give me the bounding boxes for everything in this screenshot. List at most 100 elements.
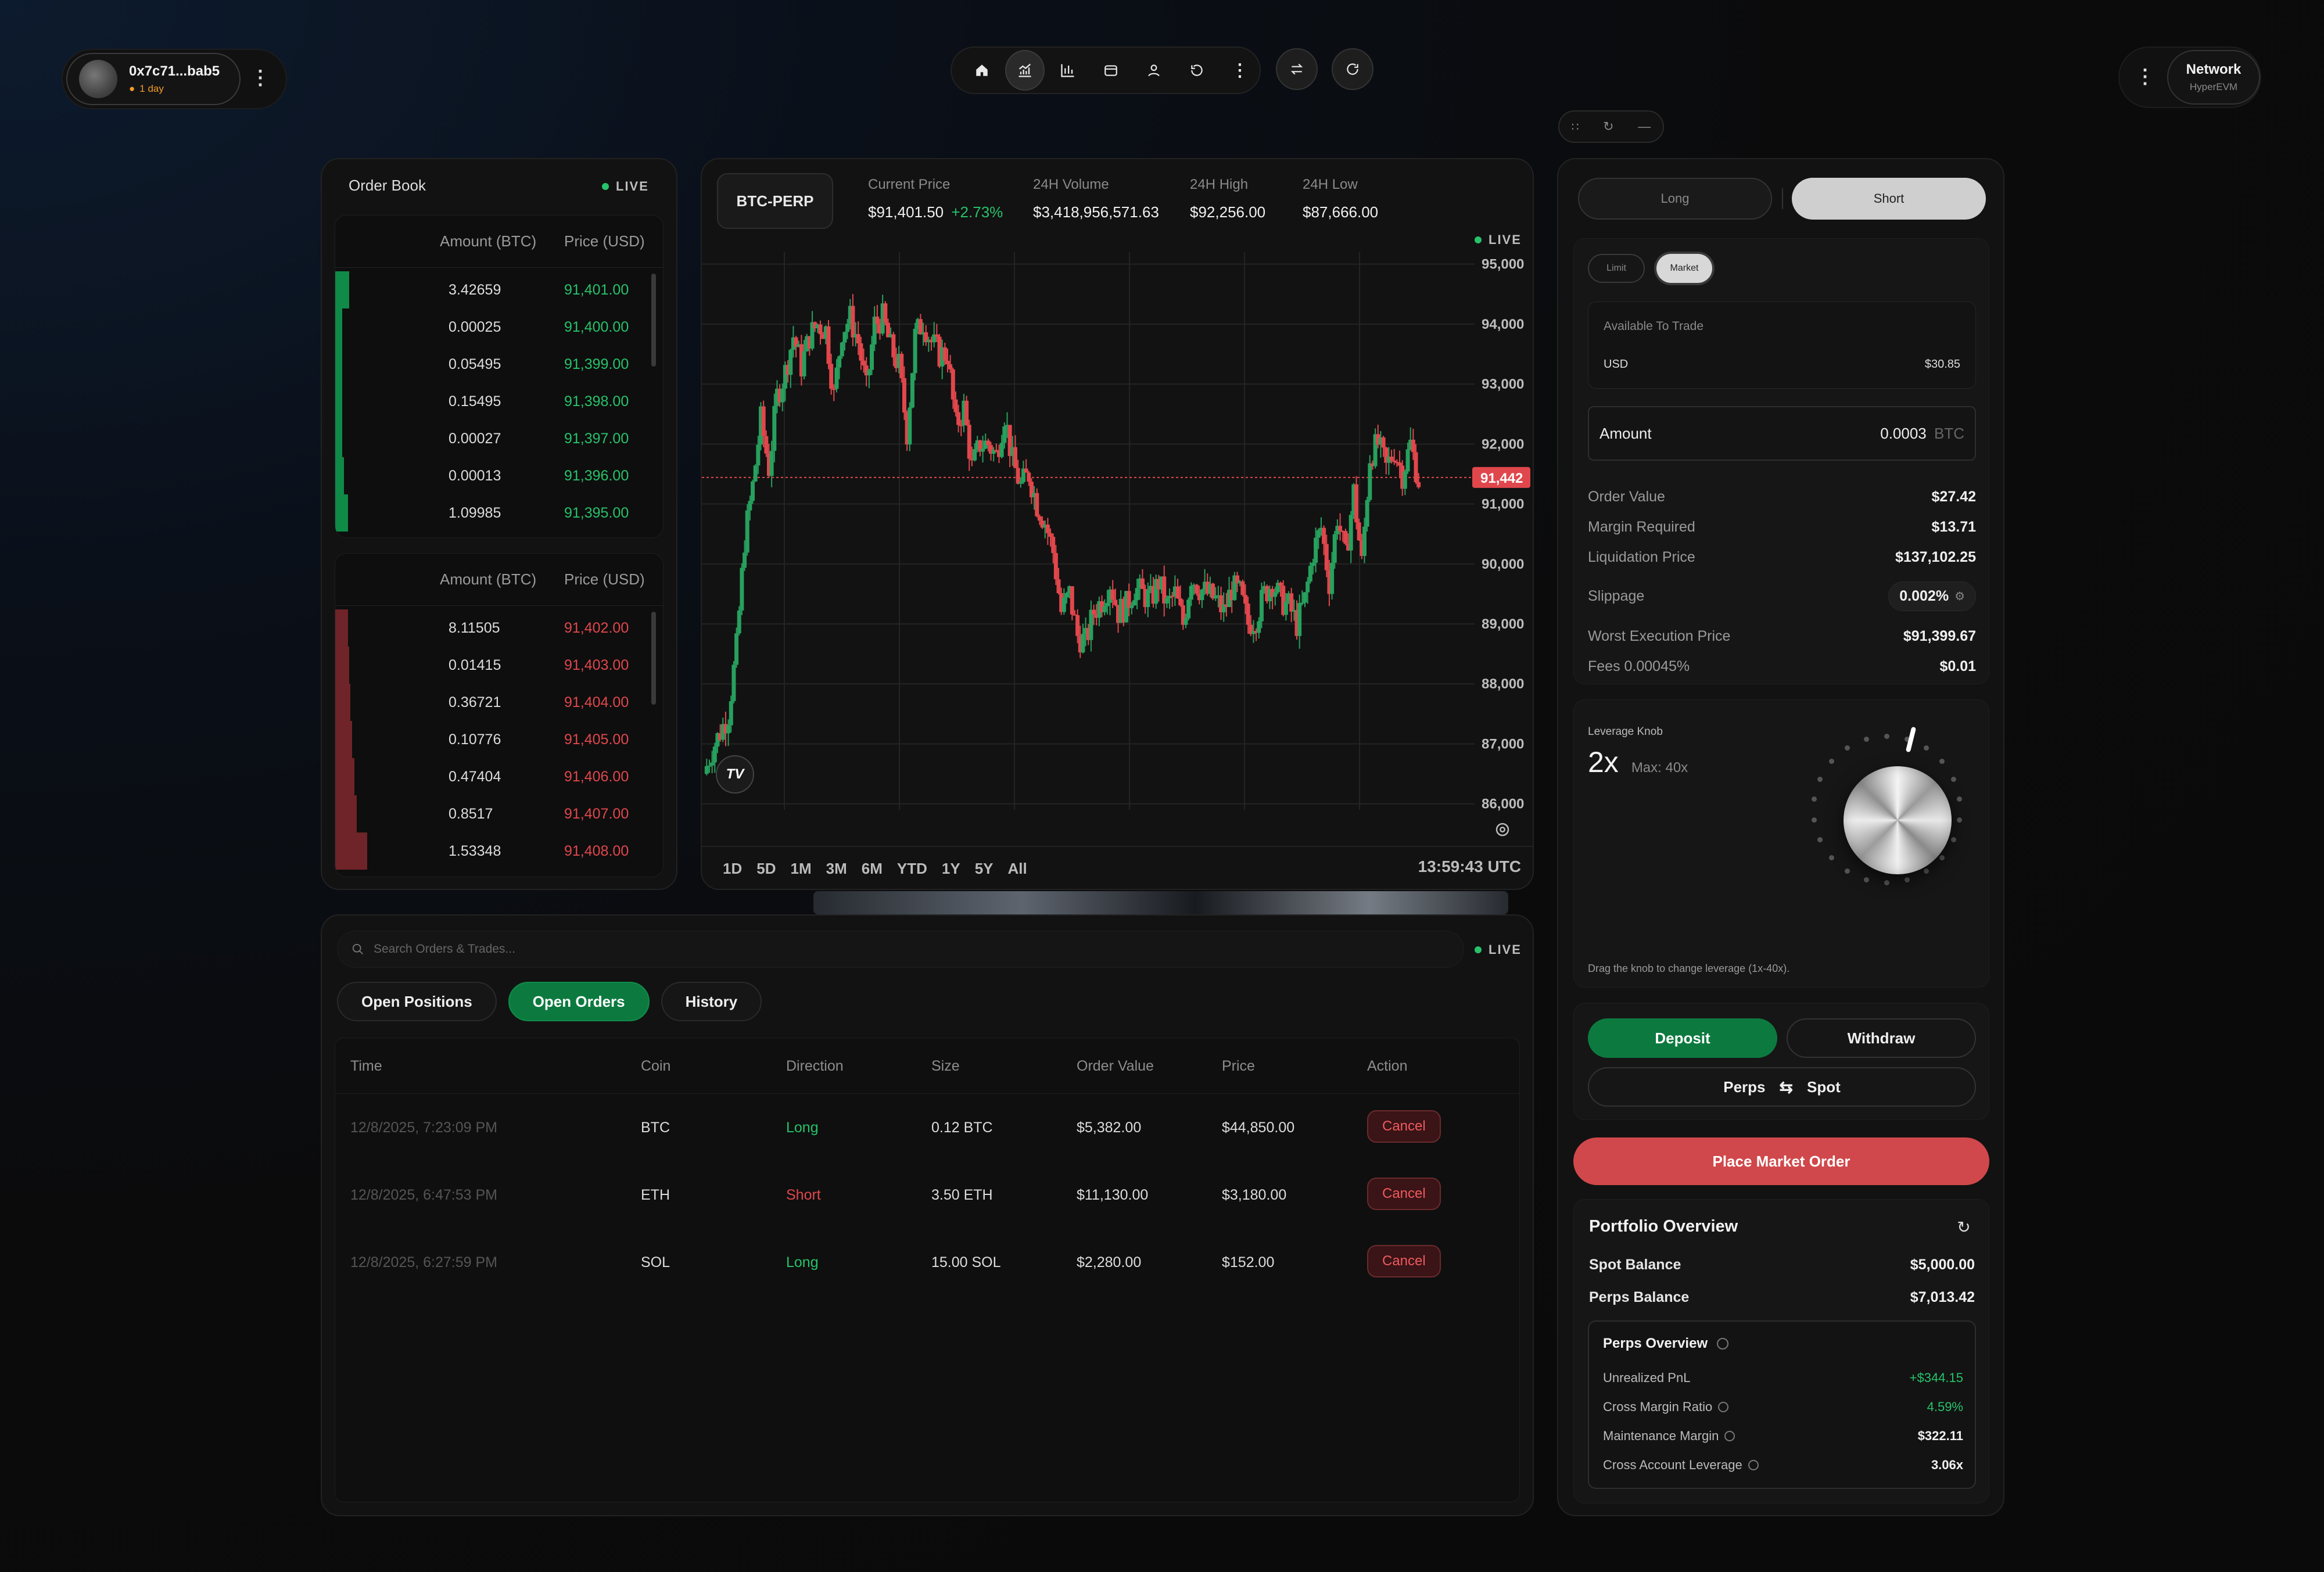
asks-row[interactable]: 8.11505 91,402.00 (335, 609, 663, 647)
perps-spot-toggle[interactable]: Perps ⇆ Spot (1588, 1067, 1976, 1107)
tab-open-orders[interactable]: Open Orders (508, 982, 650, 1021)
symbol-selector[interactable]: BTC-PERP (717, 173, 833, 229)
tradingview-logo[interactable]: TV (716, 755, 754, 794)
history-icon[interactable] (1177, 50, 1217, 91)
cancel-button[interactable]: Cancel (1367, 1245, 1441, 1277)
bids-row[interactable]: 0.00025 91,400.00 (335, 308, 663, 346)
swap-icon[interactable] (1276, 48, 1318, 90)
asks-row[interactable]: 0.8517 91,407.00 (335, 795, 663, 832)
bids-row[interactable]: 0.15495 91,398.00 (335, 383, 663, 420)
candle (1354, 484, 1359, 523)
range-button-5d[interactable]: 5D (749, 860, 783, 878)
asks-row[interactable]: 0.47404 91,406.00 (335, 758, 663, 795)
info-icon[interactable] (1724, 1431, 1735, 1441)
minimize-icon[interactable]: — (1638, 119, 1651, 134)
bids-row[interactable]: 0.00013 91,396.00 (335, 457, 663, 494)
asks-amount: 0.36721 (449, 694, 501, 710)
range-button-1y[interactable]: 1Y (935, 860, 968, 878)
bids-row[interactable]: 3.42659 91,401.00 (335, 271, 663, 308)
range-button-1m[interactable]: 1M (784, 860, 819, 878)
deposit-button[interactable]: Deposit (1588, 1018, 1777, 1058)
asks-row[interactable]: 0.10776 91,405.00 (335, 721, 663, 758)
asks-scrollbar[interactable] (651, 612, 656, 705)
info-icon[interactable] (1717, 1338, 1729, 1350)
leverage-tick (1844, 868, 1850, 874)
network-name: HyperEVM (2189, 81, 2238, 92)
candle (1368, 463, 1372, 500)
asks-price: 91,406.00 (564, 768, 629, 785)
bids-row[interactable]: 1.09985 91,395.00 (335, 494, 663, 532)
asks-row[interactable]: 1.53348 91,408.00 (335, 832, 663, 870)
market-button[interactable]: Market (1656, 254, 1712, 283)
asks-row[interactable]: 0.36721 91,404.00 (335, 684, 663, 721)
volume-label: 24H Volume (1033, 177, 1109, 192)
place-order-button[interactable]: Place Market Order (1573, 1137, 1989, 1185)
candle (875, 316, 880, 324)
candle (999, 443, 1004, 457)
portfolio-refresh-icon[interactable]: ↻ (1954, 1217, 1974, 1237)
slippage-control[interactable]: 0.002% ⚙ (1888, 582, 1976, 611)
candle (1306, 582, 1310, 593)
candle (1178, 598, 1183, 605)
amount-field[interactable]: Amount 0.0003 BTC (1588, 406, 1976, 461)
user-icon[interactable] (1134, 50, 1174, 91)
range-button-5y[interactable]: 5Y (968, 860, 1001, 878)
network-button[interactable]: Network HyperEVM (2167, 50, 2260, 105)
short-button[interactable]: Short (1792, 178, 1986, 220)
info-icon[interactable] (1748, 1460, 1759, 1470)
candle (1273, 592, 1278, 597)
grid-icon[interactable]: ∷ (1572, 120, 1579, 134)
candle (1411, 439, 1415, 453)
wallet-button[interactable]: 0x7c71...bab5 ● 1 day (66, 53, 241, 105)
search-input[interactable]: Search Orders & Trades... (337, 931, 1464, 968)
bids-price: 91,397.00 (564, 430, 629, 447)
candle (769, 451, 774, 476)
range-button-all[interactable]: All (1001, 860, 1035, 878)
bids-depth-bar (335, 308, 343, 346)
candle (1330, 562, 1335, 594)
asks-row[interactable]: 0.01415 91,403.00 (335, 647, 663, 684)
tab-open-positions[interactable]: Open Positions (337, 982, 497, 1021)
sync-icon[interactable]: ↻ (1603, 119, 1613, 134)
range-button-ytd[interactable]: YTD (890, 860, 935, 878)
wallet-menu-icon[interactable]: ⋮ (249, 66, 272, 89)
asks-table: Amount (BTC) Price (USD) 8.11505 91,402.0… (335, 553, 664, 877)
range-button-3m[interactable]: 3M (819, 860, 855, 878)
refresh-icon[interactable] (1332, 48, 1373, 90)
cell-direction: Short (786, 1187, 821, 1203)
candle (1308, 566, 1312, 582)
bids-row[interactable]: 0.05495 91,399.00 (335, 346, 663, 383)
range-button-1d[interactable]: 1D (716, 860, 749, 878)
cal-label: Cross Account Leverage (1603, 1458, 1742, 1472)
wallet-icon[interactable] (1091, 50, 1131, 91)
bar-chart-icon[interactable] (1048, 50, 1088, 91)
cancel-button[interactable]: Cancel (1367, 1178, 1441, 1210)
tab-history[interactable]: History (661, 982, 762, 1021)
info-icon[interactable] (1718, 1402, 1729, 1412)
cell-coin: BTC (641, 1119, 670, 1136)
bids-row[interactable]: 0.00027 91,397.00 (335, 420, 663, 457)
cancel-button[interactable]: Cancel (1367, 1110, 1441, 1143)
network-menu-icon[interactable]: ⋮ (2133, 65, 2157, 88)
table-row: 12/8/2025, 7:23:09 PM BTC Long 0.12 BTC $5,3… (335, 1094, 1519, 1161)
range-button-6m[interactable]: 6M (855, 860, 890, 878)
avatar (79, 60, 117, 98)
price-chart[interactable]: 95,000 94,000 93,000 92,000 91,000 90,000 89,0… (702, 252, 1534, 833)
home-icon[interactable] (962, 50, 1002, 91)
pnl-value: +$344.15 (1909, 1370, 1963, 1385)
withdraw-button[interactable]: Withdraw (1787, 1018, 1976, 1058)
candle (751, 481, 755, 501)
candle (764, 436, 769, 454)
long-button[interactable]: Long (1578, 178, 1772, 220)
limit-button[interactable]: Limit (1588, 254, 1645, 283)
bids-scrollbar[interactable] (651, 274, 656, 367)
asks-depth-bar (335, 758, 354, 795)
leverage-knob[interactable] (1844, 766, 1952, 874)
more-icon[interactable]: ⋮ (1220, 50, 1260, 91)
candle (834, 367, 839, 389)
chart-settings-icon[interactable] (1491, 818, 1514, 841)
trade-chart-icon[interactable] (1005, 50, 1045, 91)
candle (870, 344, 874, 370)
candle (1240, 581, 1245, 595)
candle (1048, 533, 1053, 537)
